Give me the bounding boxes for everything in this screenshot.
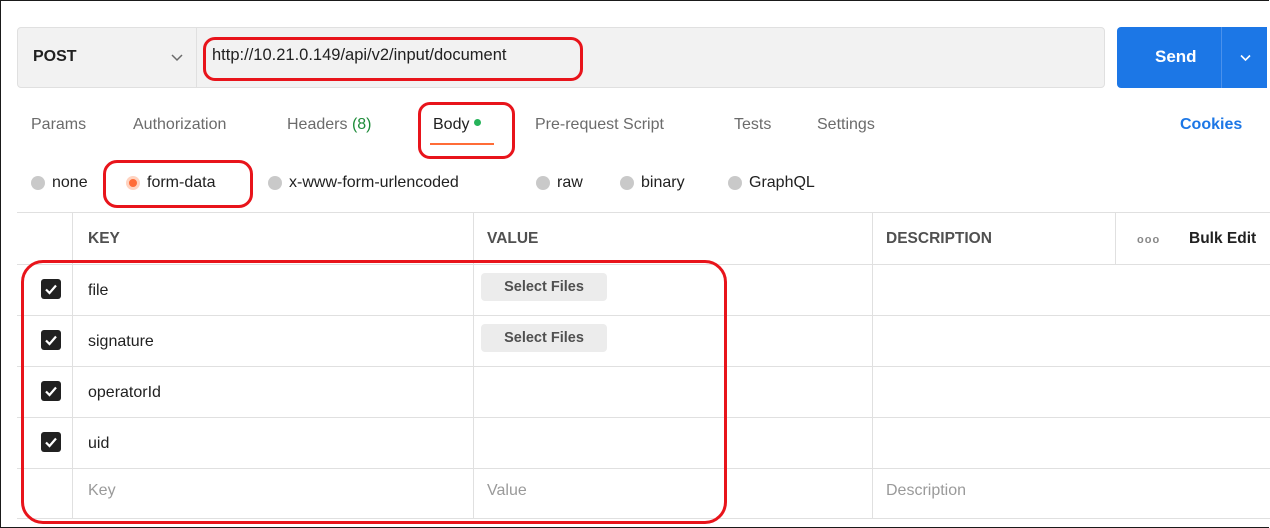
chevron-down-icon [171, 54, 183, 62]
table-divider [473, 212, 474, 518]
radio-icon [620, 176, 634, 190]
radio-form-data[interactable]: form-data [126, 173, 215, 193]
table-border [17, 468, 1270, 469]
table-divider [1115, 212, 1116, 264]
bulk-edit-link[interactable]: Bulk Edit [1189, 230, 1256, 248]
radio-x-www-form-urlencoded[interactable]: x-www-form-urlencoded [268, 173, 459, 193]
radio-graphql[interactable]: GraphQL [728, 173, 815, 193]
column-header-key: KEY [88, 230, 120, 247]
column-header-description: DESCRIPTION [886, 230, 992, 247]
method-label: POST [33, 48, 77, 65]
send-label: Send [1155, 47, 1197, 66]
radio-label: binary [641, 174, 685, 191]
radio-label: GraphQL [749, 174, 815, 191]
active-tab-underline [430, 143, 494, 145]
checkmark-icon [45, 386, 57, 397]
radio-icon [536, 176, 550, 190]
row-key[interactable]: signature [88, 333, 154, 351]
request-bar: POST http://10.21.0.149/api/v2/input/doc… [17, 27, 1105, 88]
table-border [17, 417, 1270, 418]
radio-label: none [52, 174, 88, 191]
radio-icon [728, 176, 742, 190]
row-checkbox[interactable] [41, 279, 61, 299]
value-placeholder[interactable]: Value [487, 482, 527, 500]
row-checkbox[interactable] [41, 330, 61, 350]
radio-label: x-www-form-urlencoded [289, 174, 459, 191]
radio-label: form-data [147, 174, 216, 191]
send-divider [1221, 27, 1222, 88]
body-active-dot [474, 119, 482, 127]
select-files-button[interactable]: Select Files [481, 273, 607, 301]
select-files-label: Select Files [504, 330, 584, 346]
tab-pre-request-script[interactable]: Pre-request Script [535, 116, 664, 134]
table-border [17, 315, 1270, 316]
row-key[interactable]: uid [88, 435, 109, 453]
table-divider [872, 212, 873, 518]
checkmark-icon [45, 335, 57, 346]
method-select[interactable]: POST [18, 28, 197, 87]
row-key[interactable]: operatorId [88, 384, 161, 402]
radio-icon [268, 176, 282, 190]
row-checkbox[interactable] [41, 381, 61, 401]
radio-selected-icon [126, 176, 140, 190]
url-input[interactable]: http://10.21.0.149/api/v2/input/document [212, 46, 506, 65]
send-button[interactable]: Send [1117, 27, 1267, 88]
description-placeholder[interactable]: Description [886, 482, 966, 500]
radio-binary[interactable]: binary [620, 173, 685, 193]
tab-headers[interactable]: Headers (8) [287, 116, 372, 134]
table-divider [72, 212, 73, 518]
tab-body[interactable]: Body [433, 116, 482, 134]
key-placeholder[interactable]: Key [88, 482, 116, 500]
send-options-chevron-icon[interactable] [1239, 51, 1252, 64]
table-border [17, 518, 1270, 519]
tab-headers-label: Headers [287, 116, 348, 133]
more-options-icon[interactable]: ooo [1137, 234, 1160, 246]
cookies-link[interactable]: Cookies [1180, 116, 1242, 134]
row-key[interactable]: file [88, 282, 108, 300]
tab-tests[interactable]: Tests [734, 116, 771, 134]
radio-raw[interactable]: raw [536, 173, 583, 193]
checkmark-icon [45, 437, 57, 448]
headers-count: (8) [351, 116, 372, 133]
radio-none[interactable]: none [31, 173, 88, 193]
checkmark-icon [45, 284, 57, 295]
select-files-button[interactable]: Select Files [481, 324, 607, 352]
radio-label: raw [557, 174, 583, 191]
tab-body-label: Body [433, 116, 470, 133]
table-border [17, 264, 1270, 265]
table-border [17, 212, 1270, 213]
row-checkbox[interactable] [41, 432, 61, 452]
radio-icon [31, 176, 45, 190]
select-files-label: Select Files [504, 279, 584, 295]
tab-params[interactable]: Params [31, 116, 86, 134]
tab-settings[interactable]: Settings [817, 116, 875, 134]
column-header-value: VALUE [487, 230, 539, 247]
table-border [17, 366, 1270, 367]
tab-authorization[interactable]: Authorization [133, 116, 226, 134]
